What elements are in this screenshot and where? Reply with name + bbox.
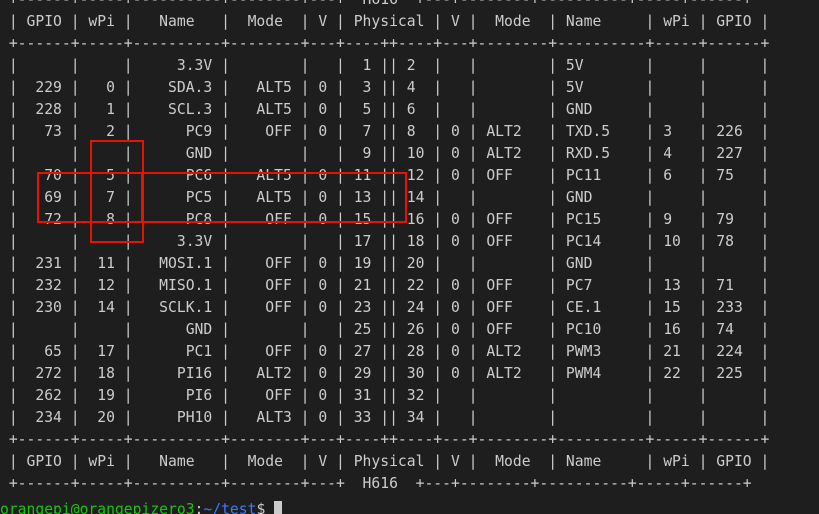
terminal-line: | 234 | 20 | PH10 | ALT3 | 0 | 33 || 34 … bbox=[0, 409, 770, 426]
terminal-window[interactable]: +------+-----+----------+--------+---+ H… bbox=[0, 0, 819, 514]
terminal-line: | 228 | 1 | SCL.3 | ALT5 | 0 | 5 || 6 | … bbox=[0, 101, 770, 118]
terminal-line: +------+-----+----------+--------+---+--… bbox=[0, 35, 770, 52]
terminal-line: +------+-----+----------+--------+---+ H… bbox=[0, 475, 752, 492]
terminal-line: | 231 | 11 | MOSI.1 | OFF | 0 | 19 || 20… bbox=[0, 255, 770, 272]
terminal-line: | GPIO | wPi | Name | Mode | V | Physica… bbox=[0, 453, 770, 470]
prompt-user-host: orangepi@orangepizero3 bbox=[0, 501, 195, 514]
terminal-line: | 69 | 7 | PC5 | ALT5 | 0 | 13 || 14 | |… bbox=[0, 189, 770, 206]
text-cursor bbox=[274, 501, 283, 514]
terminal-line: | 65 | 17 | PC1 | OFF | 0 | 27 || 28 | 0… bbox=[0, 343, 770, 360]
terminal-line: | GPIO | wPi | Name | Mode | V | Physica… bbox=[0, 13, 770, 30]
gpio-readall-output: +------+-----+----------+--------+---+ H… bbox=[0, 0, 769, 495]
terminal-line: | 229 | 0 | SDA.3 | ALT5 | 0 | 3 || 4 | … bbox=[0, 79, 770, 96]
terminal-line: | 73 | 2 | PC9 | OFF | 0 | 7 || 8 | 0 | … bbox=[0, 123, 770, 140]
terminal-line: +------+-----+----------+--------+---+--… bbox=[0, 431, 770, 448]
terminal-line: | 70 | 5 | PC6 | ALT5 | 0 | 11 || 12 | 0… bbox=[0, 167, 770, 184]
terminal-line: | 232 | 12 | MISO.1 | OFF | 0 | 21 || 22… bbox=[0, 277, 770, 294]
prompt-path: ~/test bbox=[203, 501, 257, 514]
terminal-line: | 72 | 8 | PC8 | OFF | 0 | 15 || 16 | 0 … bbox=[0, 211, 770, 228]
terminal-line: +------+-----+----------+--------+---+ H… bbox=[0, 0, 769, 11]
terminal-line: | | | 3.3V | | | 1 || 2 | | | 5V | | | bbox=[0, 57, 770, 74]
terminal-line: | 272 | 18 | PI16 | ALT2 | 0 | 29 || 30 … bbox=[0, 365, 770, 382]
terminal-line: | | | GND | | | 9 || 10 | 0 | ALT2 | RXD… bbox=[0, 145, 770, 162]
terminal-line: | | | 3.3V | | | 17 || 18 | 0 | OFF | PC… bbox=[0, 233, 770, 250]
shell-prompt[interactable]: orangepi@orangepizero3:~/test$ bbox=[0, 499, 283, 514]
terminal-line: | | | GND | | | 25 || 26 | 0 | OFF | PC1… bbox=[0, 321, 770, 338]
prompt-symbol: $ bbox=[256, 501, 275, 514]
terminal-line: | 262 | 19 | PI6 | OFF | 0 | 31 || 32 | … bbox=[0, 387, 770, 404]
terminal-line: | 230 | 14 | SCLK.1 | OFF | 0 | 23 || 24… bbox=[0, 299, 770, 316]
